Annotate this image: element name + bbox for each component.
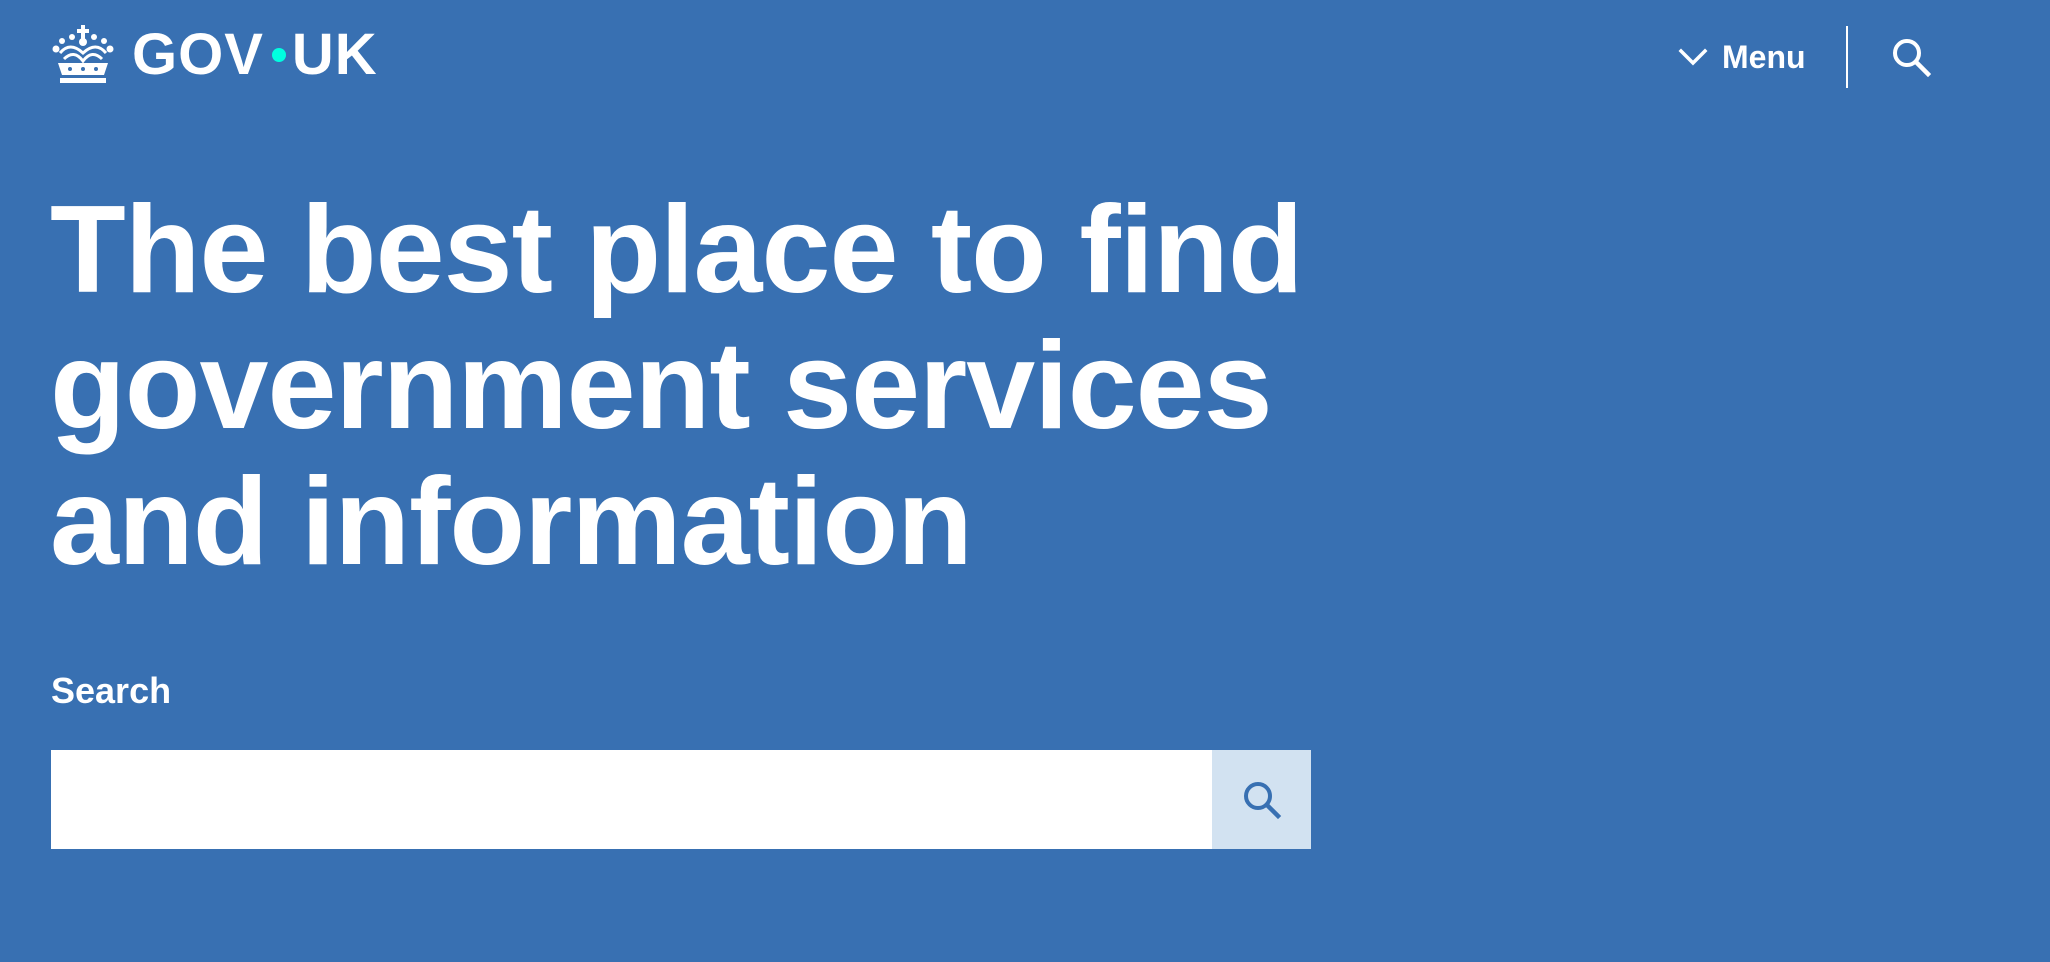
search-submit-button[interactable] — [1212, 750, 1311, 849]
header-divider — [1846, 26, 1848, 88]
crown-icon — [52, 25, 114, 83]
site-header: GOV UK Menu — [0, 0, 2050, 120]
chevron-down-icon — [1678, 48, 1708, 66]
logo-dot — [271, 48, 286, 62]
menu-label: Menu — [1722, 38, 1806, 75]
govuk-logo-link[interactable]: GOV UK — [50, 20, 378, 90]
search-input[interactable] — [51, 750, 1212, 849]
page-title: The best place to find government servic… — [50, 181, 1304, 591]
header-search-button[interactable] — [1888, 34, 1934, 80]
search-form — [51, 750, 1311, 849]
search-label: Search — [51, 670, 172, 711]
search-icon — [1893, 39, 1931, 77]
menu-button[interactable]: Menu — [1678, 34, 1806, 80]
logo-wordmark: GOV UK — [132, 26, 378, 84]
logo-text-uk: UK — [291, 22, 378, 87]
logo-text-gov: GOV — [132, 22, 264, 87]
search-icon — [1243, 781, 1281, 819]
